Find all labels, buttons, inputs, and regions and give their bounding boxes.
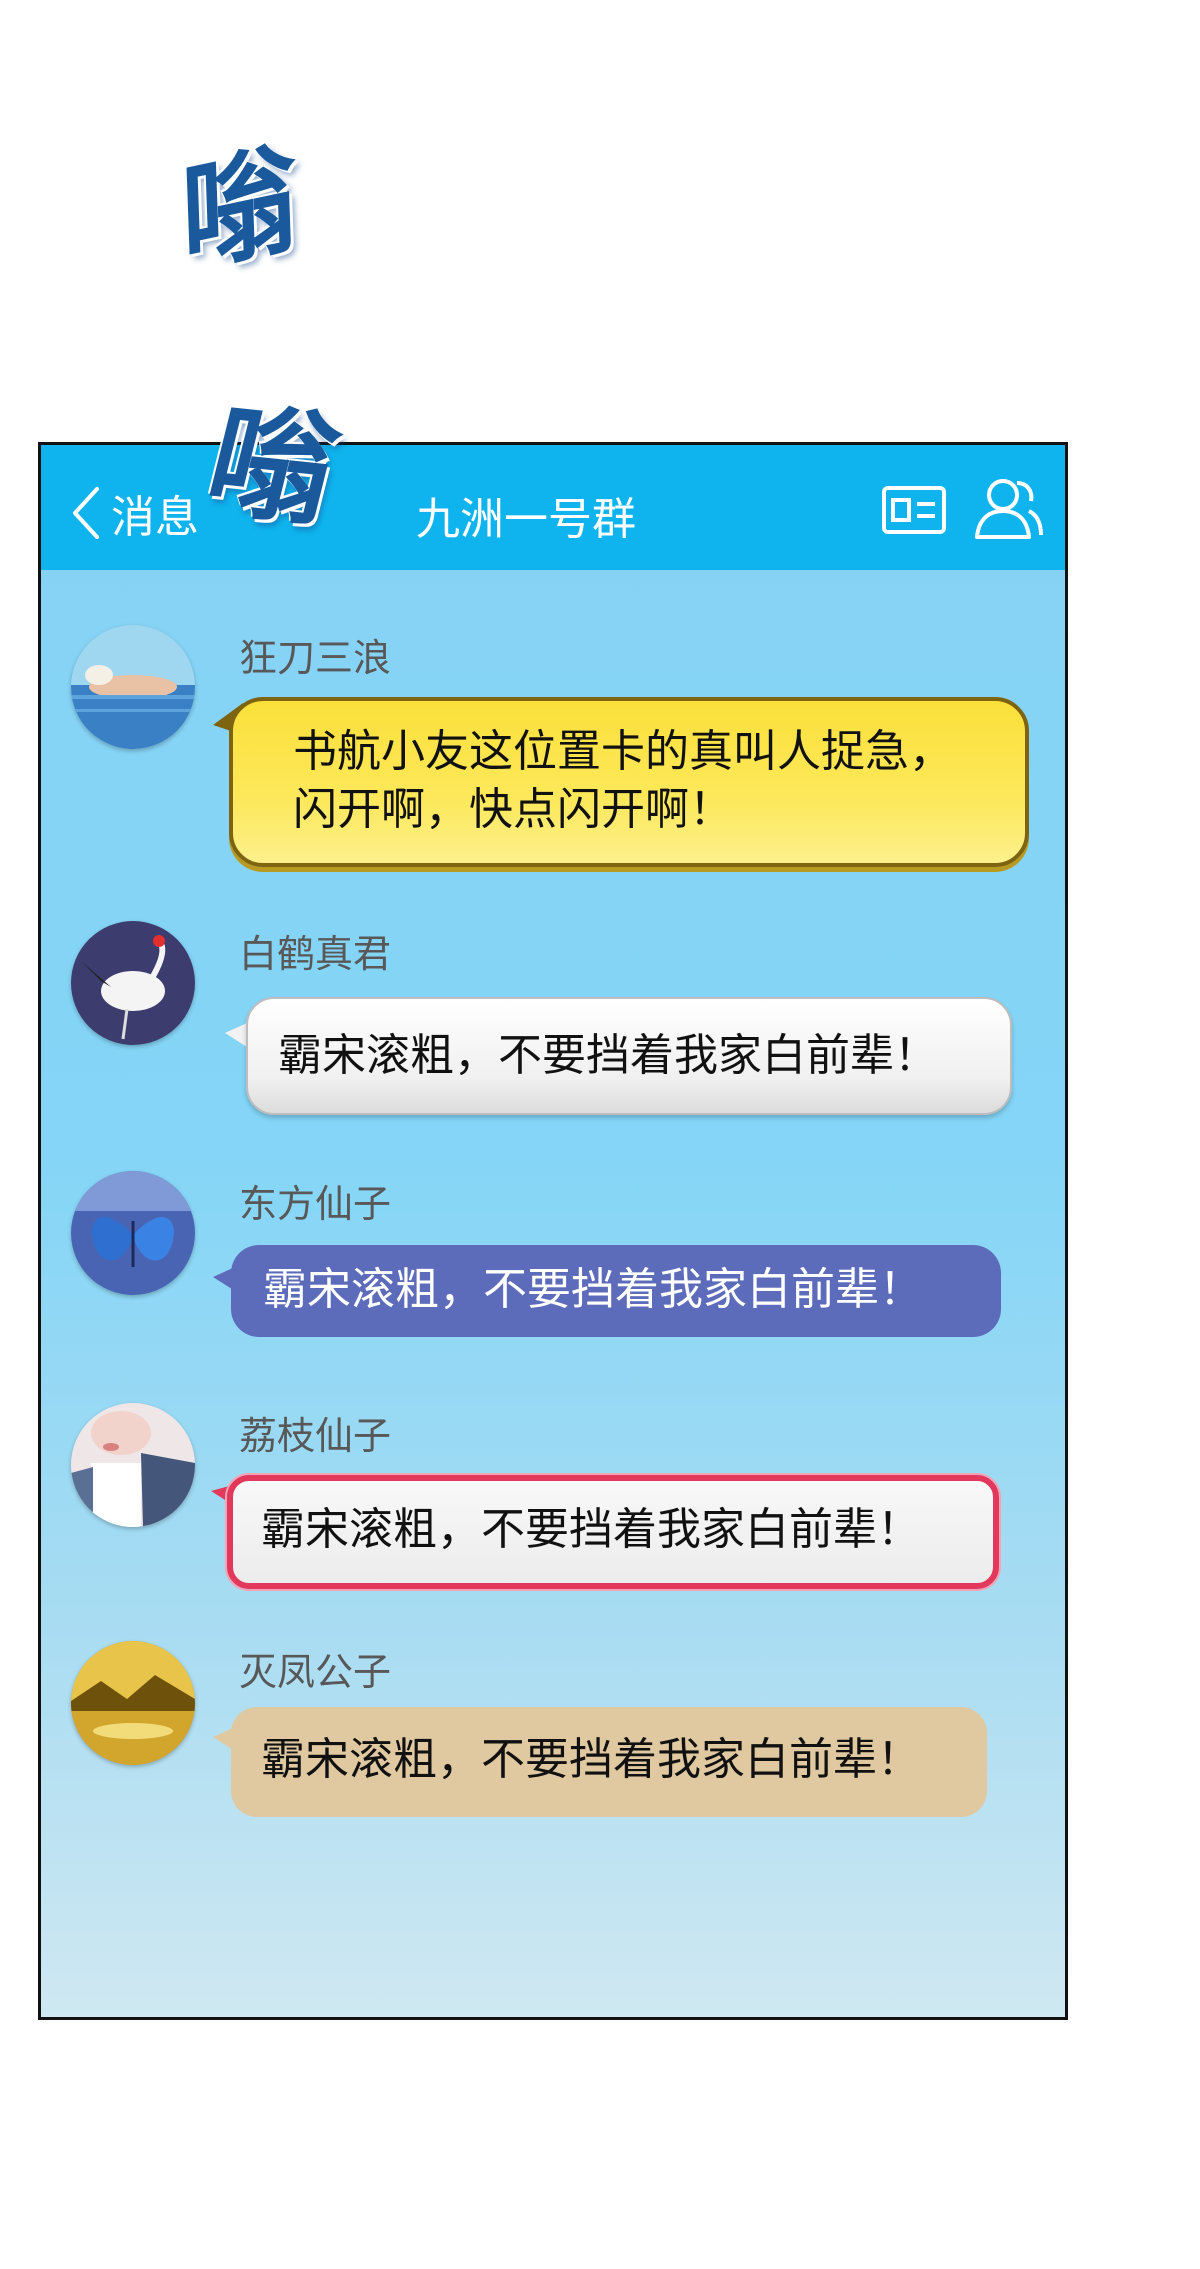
sender-name: 狂刀三浪 (239, 636, 392, 680)
woman-in-water-icon (71, 625, 195, 749)
group-card-icon[interactable] (881, 485, 947, 535)
message-bubble[interactable]: 霸宋滚粗，不要挡着我家白前辈！ (246, 997, 1012, 1115)
chevron-left-icon (73, 487, 99, 539)
sound-effect-text: 嗡 (178, 125, 300, 292)
avatar[interactable] (71, 1403, 195, 1527)
message-bubble[interactable]: 书航小友这位置卡的真叫人捉急，闪开啊，快点闪开啊！ (229, 697, 1029, 867)
avatar[interactable] (71, 1641, 195, 1765)
golden-landscape-icon (71, 1641, 195, 1765)
sender-name: 荔枝仙子 (239, 1414, 392, 1458)
chat-screen: 消息 九洲一号群 狂刀三浪 书航小友这位置卡的真叫人捉急，闪开啊，快点闪开啊！ … (38, 442, 1068, 2020)
bubble-tail (225, 1023, 247, 1047)
message-bubble[interactable]: 霸宋滚粗，不要挡着我家白前辈！ (231, 1707, 987, 1817)
avatar[interactable] (71, 625, 195, 749)
avatar[interactable] (71, 921, 195, 1045)
blue-butterfly-icon (71, 1171, 195, 1295)
top-bar: 消息 九洲一号群 (41, 445, 1065, 570)
sender-name: 东方仙子 (239, 1182, 392, 1226)
sender-name: 灭凤公子 (239, 1650, 392, 1694)
message-bubble[interactable]: 霸宋滚粗，不要挡着我家白前辈！ (231, 1245, 1001, 1337)
white-crane-icon (71, 921, 195, 1045)
members-icon[interactable] (973, 475, 1043, 541)
girl-denim-jacket-icon (71, 1403, 195, 1527)
message-bubble[interactable]: 霸宋滚粗，不要挡着我家白前辈！ (227, 1475, 999, 1589)
back-button[interactable]: 消息 (69, 481, 199, 545)
back-label: 消息 (111, 492, 199, 543)
sender-name: 白鹤真君 (239, 932, 392, 976)
avatar[interactable] (71, 1171, 195, 1295)
group-title: 九洲一号群 (416, 494, 636, 545)
